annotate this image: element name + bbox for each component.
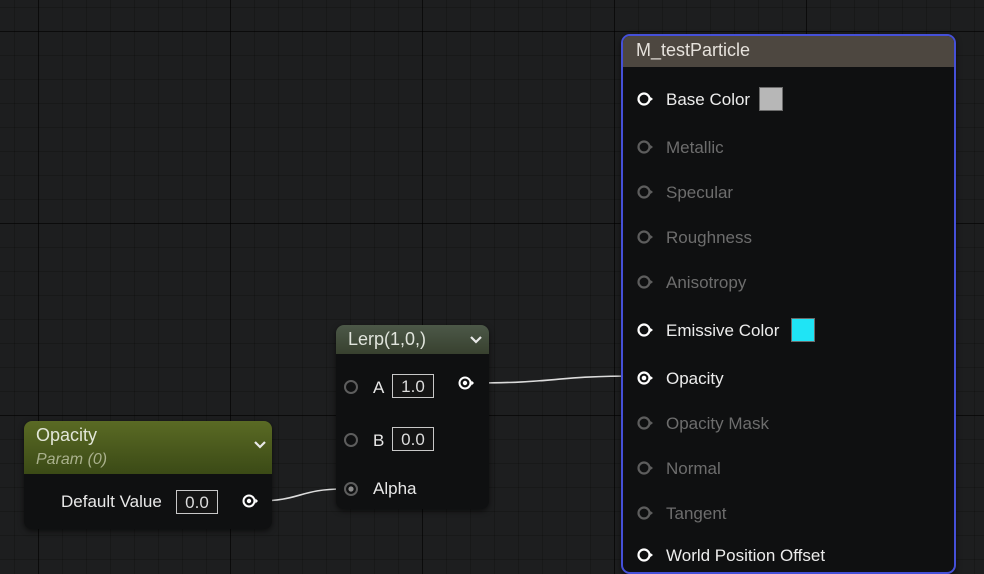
material-input-world-position-offset[interactable]: World Position Offset [623,543,954,569]
input-pin-icon[interactable] [637,139,653,155]
input-pin-icon[interactable] [637,322,653,338]
material-graph-canvas[interactable]: Opacity Param (0) Default Value 0.0 Lerp… [0,0,984,574]
lerp-a-value-field[interactable]: 1.0 [392,374,434,398]
lerp-input-b-row: B 0.0 [336,427,489,453]
material-title: M_testParticle [636,40,751,60]
material-input-normal[interactable]: Normal [623,456,954,482]
material-input-roughness[interactable]: Roughness [623,225,954,251]
material-input-base-color[interactable]: Base Color [623,87,954,113]
material-input-anisotropy[interactable]: Anisotropy [623,270,954,296]
material-input-label: Opacity [666,369,724,388]
lerp-output-pin-icon[interactable] [458,375,474,391]
material-input-emissive-color[interactable]: Emissive Color [623,318,954,344]
output-pin-icon[interactable] [242,493,258,509]
material-input-label: Base Color [666,90,751,109]
lerp-header[interactable]: Lerp(1,0,) [336,325,489,354]
lerp-title: Lerp(1,0,) [348,329,427,349]
material-input-specular[interactable]: Specular [623,180,954,206]
material-input-label: Emissive Color [666,321,780,340]
chevron-down-icon[interactable] [469,333,483,347]
input-pin-icon[interactable] [637,460,653,476]
lerp-b-label: B [373,431,385,450]
lerp-node[interactable]: Lerp(1,0,) A 1.0 B 0.0 Alpha [336,325,489,509]
material-input-label: Specular [666,183,734,202]
input-pin-icon[interactable] [637,274,653,290]
material-input-opacity-mask[interactable]: Opacity Mask [623,411,954,437]
default-value-row: Default Value 0.0 [24,489,272,515]
input-pin-icon[interactable] [637,370,653,386]
material-input-label: World Position Offset [666,546,826,565]
opacity-param-header[interactable]: Opacity Param (0) [24,421,272,474]
material-input-tangent[interactable]: Tangent [623,501,954,527]
material-input-label: Metallic [666,138,724,157]
material-result-node[interactable]: M_testParticle Base Color Metallic Specula… [621,34,956,574]
material-input-label: Roughness [666,228,753,247]
input-pin-alpha-icon[interactable] [343,481,359,497]
lerp-b-value-field[interactable]: 0.0 [392,427,434,451]
wire-lerp-to-opacity[interactable] [473,375,638,384]
input-pin-icon[interactable] [637,184,653,200]
chevron-down-icon[interactable] [253,438,267,452]
input-pin-icon[interactable] [637,415,653,431]
input-pin-a-icon[interactable] [343,379,359,395]
opacity-param-subtitle: Param (0) [36,451,108,468]
lerp-alpha-label: Alpha [373,479,417,498]
opacity-param-title: Opacity [36,425,98,445]
material-input-label: Tangent [666,504,727,523]
base-color-swatch[interactable] [759,87,783,111]
opacity-param-node[interactable]: Opacity Param (0) Default Value 0.0 [24,421,272,529]
input-pin-b-icon[interactable] [343,432,359,448]
material-input-label: Opacity Mask [666,414,769,433]
input-pin-icon[interactable] [637,547,653,563]
input-pin-icon[interactable] [637,229,653,245]
lerp-input-a-row: A 1.0 [336,374,489,400]
lerp-input-alpha-row: Alpha [336,477,489,503]
lerp-a-label: A [373,378,385,397]
default-value-label: Default Value [61,492,162,511]
material-input-opacity[interactable]: Opacity [623,366,954,392]
input-pin-icon[interactable] [637,91,653,107]
material-input-metallic[interactable]: Metallic [623,135,954,161]
default-value-field[interactable]: 0.0 [176,490,218,514]
material-input-label: Normal [666,459,721,478]
emissive-color-swatch[interactable] [791,318,815,342]
material-header[interactable]: M_testParticle [623,36,954,67]
material-input-label: Anisotropy [666,273,747,292]
input-pin-icon[interactable] [637,505,653,521]
